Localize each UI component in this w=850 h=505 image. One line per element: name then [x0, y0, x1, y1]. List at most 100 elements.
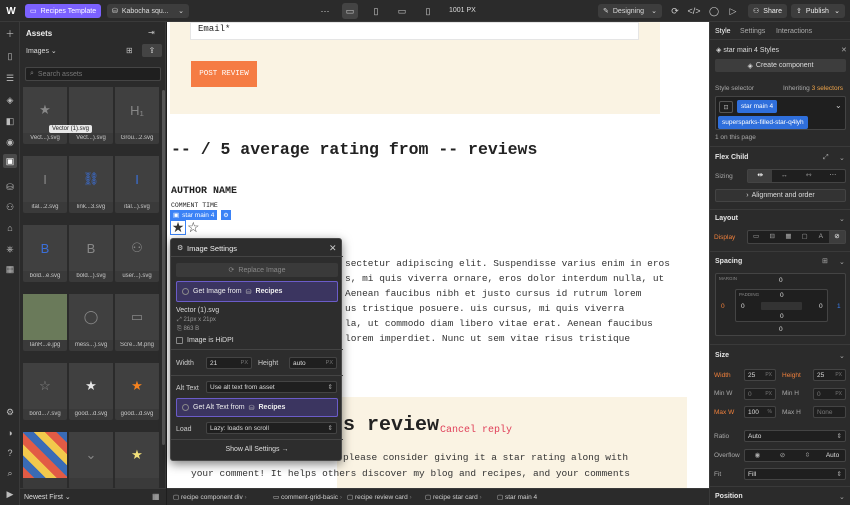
padding-bottom-value[interactable]: 0 — [780, 313, 784, 320]
breadcrumb-item[interactable]: ▢ recipe review card › — [347, 493, 412, 501]
tab-style[interactable]: Style — [715, 28, 731, 35]
padding-box[interactable]: PADDING 0 0 0 0 — [735, 289, 828, 322]
post-review-button[interactable]: POST REVIEW — [191, 61, 257, 87]
code-icon[interactable]: </> — [686, 3, 702, 19]
ecommerce-icon[interactable]: ⌂ — [3, 221, 17, 235]
alt-text-select[interactable]: Use alt text from asset ⇕ — [206, 381, 337, 393]
chevron-down-icon[interactable]: ⌄ — [839, 352, 845, 360]
new-folder-icon[interactable]: ⊞ — [126, 46, 133, 55]
search-field[interactable]: ⌕ Search assets — [25, 67, 161, 81]
settings-gear-icon[interactable]: ⚙ — [221, 210, 231, 220]
overflow-auto-option[interactable]: Auto — [820, 450, 845, 461]
ratio-select[interactable]: Auto ⇕ — [744, 430, 846, 442]
asset-tile[interactable]: Bbold...).svg — [69, 225, 113, 282]
apps-icon[interactable]: ▦ — [3, 262, 17, 276]
audit-icon[interactable]: ◑ — [3, 426, 17, 440]
breadcrumb-item[interactable]: ▢ recipe star card › — [425, 493, 482, 501]
mode-selector[interactable]: ✎ Designing ⌄ — [598, 4, 662, 18]
margin-left-value[interactable]: 0 — [721, 303, 725, 310]
create-component-button[interactable]: ◈ Create component — [715, 59, 846, 72]
asset-tile[interactable]: ⌄ — [69, 432, 113, 489]
assets-icon[interactable]: ▣ — [3, 154, 17, 168]
cms-icon[interactable]: ⛁ — [3, 180, 17, 194]
get-alt-from-cms-button[interactable]: Get Alt Text from ⛁ Recipes — [176, 398, 338, 417]
mobile-landscape-icon[interactable]: ▭ — [394, 3, 410, 19]
margin-bottom-value[interactable]: 0 — [779, 326, 783, 333]
close-icon[interactable]: ✕ — [841, 46, 847, 54]
chevron-down-icon[interactable]: ⌄ — [839, 258, 845, 266]
logic-icon[interactable]: ⎈ — [3, 242, 17, 256]
tab-interactions[interactable]: Interactions — [776, 28, 812, 35]
video-icon[interactable]: ▶ — [3, 487, 17, 501]
upload-icon[interactable]: ⇪ — [142, 44, 162, 57]
collection-item-selector[interactable]: ⛁ Kabocha squ... ⌄ — [107, 4, 189, 18]
asset-tile[interactable]: Iital...).svg — [115, 156, 159, 213]
breadcrumb-item[interactable]: ▢ recipe component div › — [173, 493, 247, 501]
overflow-segmented-control[interactable]: ◉ ⊘ ⇳ Auto — [744, 449, 846, 462]
max-width-input[interactable]: 100% — [744, 406, 776, 418]
expand-icon[interactable]: ⤢ — [823, 154, 829, 162]
users-icon[interactable]: ⚇ — [3, 200, 17, 214]
asset-tile[interactable]: ▭ Scre...M.png — [115, 294, 159, 351]
tablet-breakpoint-icon[interactable]: ▯ — [368, 3, 384, 19]
padding-left-value[interactable]: 0 — [741, 303, 745, 310]
pages-icon[interactable]: ▯ — [3, 49, 17, 63]
settings-gear-icon[interactable]: ⚙ — [3, 405, 17, 419]
breadcrumb-item[interactable]: ▭ comment-grid-basic › — [273, 493, 342, 501]
asset-tile[interactable]: Bbold...e.svg — [23, 225, 67, 282]
margin-top-value[interactable]: 0 — [779, 277, 783, 284]
sizing-shrink-icon[interactable]: ⇹ — [748, 170, 773, 182]
filled-star-icon[interactable]: ★ — [170, 220, 186, 235]
spacing-box-model[interactable]: MARGIN 0 0 1 0 PADDING 0 0 0 0 — [715, 273, 846, 336]
get-image-from-cms-button[interactable]: Get Image from ⛁ Recipes — [176, 281, 338, 302]
sizing-segmented-control[interactable]: ⇹ ↔ ⇿ ⋯ — [747, 169, 846, 183]
spacing-mode-icon[interactable]: ⊞ — [822, 257, 828, 265]
chevron-down-icon[interactable]: ⌄ — [839, 493, 845, 501]
asset-tile[interactable]: Iital...2.svg — [23, 156, 67, 213]
chevron-down-icon[interactable]: ⌄ — [835, 101, 842, 110]
share-button[interactable]: ⚇ Share — [748, 4, 787, 18]
spacing-heading[interactable]: Spacing — [715, 258, 742, 265]
layout-heading[interactable]: Layout — [715, 215, 738, 222]
asset-tile[interactable]: ★ — [115, 432, 159, 489]
preview-play-icon[interactable]: ▷ — [725, 3, 741, 19]
max-height-input[interactable]: None — [813, 406, 846, 418]
overflow-visible-icon[interactable]: ◉ — [745, 450, 770, 461]
help-icon[interactable]: ? — [3, 446, 17, 460]
width-input[interactable]: 25 PX — [744, 369, 776, 381]
padding-right-value[interactable]: 0 — [819, 303, 823, 310]
asset-tile[interactable]: ★ Vect...).svg — [23, 87, 67, 144]
display-flex-icon[interactable]: ⊟ — [764, 231, 780, 243]
overflow-hidden-icon[interactable]: ⊘ — [770, 450, 795, 461]
display-none-icon[interactable]: ⊘ — [828, 231, 846, 243]
width-input[interactable]: 21 PX — [206, 357, 252, 369]
selector-chip-2[interactable]: supersparks-filled-star-q4lyh — [718, 116, 808, 129]
sizing-none-icon[interactable]: ⇿ — [797, 170, 821, 182]
position-heading[interactable]: Position — [715, 493, 743, 500]
height-input[interactable]: 25 PX — [813, 369, 846, 381]
styles-icon[interactable]: ◉ — [3, 135, 17, 149]
asset-tile[interactable]: ★ good...d.svg — [69, 363, 113, 420]
asset-tile[interactable]: ⚇ user...).svg — [115, 225, 159, 282]
chevron-down-icon[interactable]: ⌄ — [839, 154, 845, 162]
load-select[interactable]: Lazy: loads on scroll ⇕ — [206, 422, 337, 434]
variables-icon[interactable]: ◧ — [3, 114, 17, 128]
asset-tile[interactable]: Vect...).svg — [69, 87, 113, 144]
webflow-logo-icon[interactable]: W — [3, 3, 19, 19]
more-icon[interactable]: ⋯ — [317, 3, 333, 19]
grid-view-icon[interactable]: ▦ — [152, 492, 160, 501]
close-icon[interactable]: ✕ — [329, 243, 337, 254]
asset-tile[interactable]: ☆ bord...7.svg — [23, 363, 67, 420]
hidpi-checkbox[interactable]: Image is HiDPI — [176, 337, 234, 344]
asset-tile[interactable]: ⛓ link...3.svg — [69, 156, 113, 213]
sizing-grow-icon[interactable]: ↔ — [772, 170, 796, 182]
asset-tile[interactable]: ◯ mess...).svg — [69, 294, 113, 351]
selector-field[interactable]: ⊡ star main 4 ⌄ supersparks-filled-star-… — [715, 96, 846, 130]
comment-icon[interactable]: ◯ — [706, 3, 722, 19]
navigator-icon[interactable]: ☰ — [3, 71, 17, 85]
cancel-reply-link[interactable]: Cancel reply — [440, 425, 512, 436]
padding-top-value[interactable]: 0 — [780, 292, 784, 299]
selector-chip[interactable]: star main 4 — [737, 100, 778, 113]
tab-settings[interactable]: Settings — [740, 28, 765, 35]
asset-tile[interactable]: ★ good...d.svg — [115, 363, 159, 420]
